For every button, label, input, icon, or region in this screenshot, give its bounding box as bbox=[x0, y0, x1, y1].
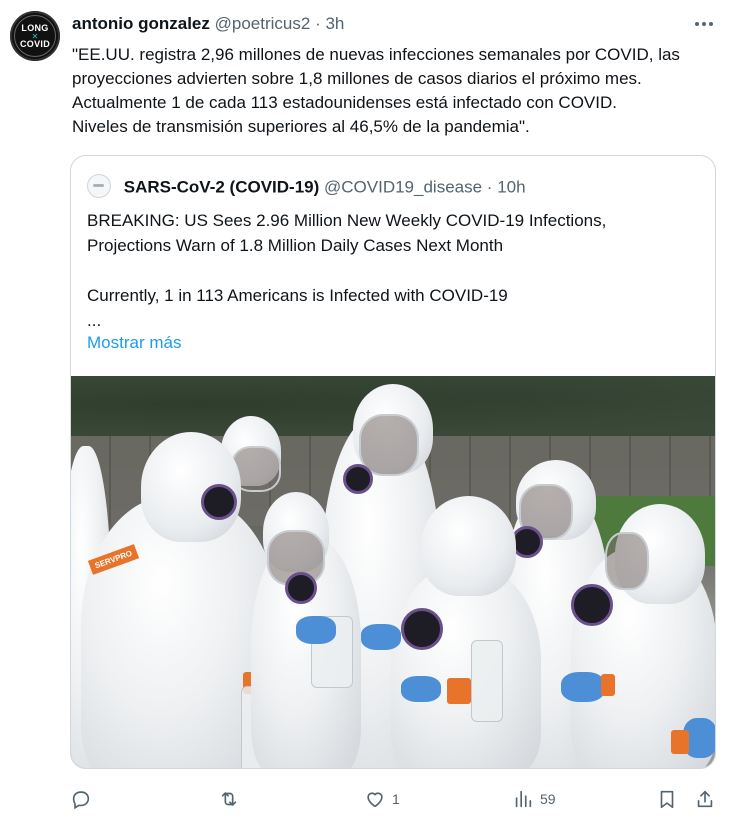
heart-icon bbox=[367, 792, 383, 808]
tweet-text-line: Actualmente 1 de cada 113 estadounidense… bbox=[72, 93, 617, 112]
more-dots-icon bbox=[695, 22, 713, 26]
views-chart-icon bbox=[515, 790, 532, 808]
more-options-button[interactable] bbox=[692, 14, 716, 34]
views-button[interactable]: 59 bbox=[512, 786, 556, 812]
quoted-text-line: Currently, 1 in 113 Americans is Infecte… bbox=[87, 286, 508, 305]
respirator-mask bbox=[343, 464, 373, 494]
tweet-text-line: proyecciones advierten sobre 1,8 millone… bbox=[72, 69, 642, 88]
quoted-author-handle[interactable]: @COVID19_disease bbox=[324, 177, 482, 196]
separator-dot: · bbox=[486, 177, 493, 197]
tweet-action-bar: 1 59 bbox=[70, 786, 718, 812]
quoted-text-line: BREAKING: US Sees 2.96 Million New Weekl… bbox=[87, 211, 607, 230]
quoted-tweet-header: SARS-CoV-2 (COVID-19) @COVID19_disease ·… bbox=[87, 174, 526, 200]
respirator-mask bbox=[285, 572, 317, 604]
quoted-tweet-card[interactable]: SARS-CoV-2 (COVID-19) @COVID19_disease ·… bbox=[70, 155, 716, 769]
orange-cuff bbox=[671, 730, 689, 754]
blue-glove bbox=[296, 616, 336, 644]
separator-dot: · bbox=[315, 14, 321, 33]
respirator-mask bbox=[571, 584, 613, 626]
author-avatar[interactable]: LONG ✕ COVID bbox=[10, 11, 60, 61]
share-button[interactable] bbox=[694, 786, 716, 812]
hazmat-worker bbox=[391, 566, 541, 768]
quoted-tweet-photo[interactable]: SERVPRO bbox=[71, 376, 715, 768]
quoted-text-line: Projections Warn of 1.8 Million Daily Ca… bbox=[87, 236, 504, 255]
quoted-tweet-time[interactable]: 10h bbox=[497, 177, 525, 196]
blue-glove bbox=[401, 676, 441, 702]
views-count: 59 bbox=[540, 791, 556, 807]
face-visor bbox=[605, 532, 649, 590]
like-count: 1 bbox=[392, 791, 400, 807]
orange-cuff bbox=[601, 674, 615, 696]
tweet-header: antonio gonzalez @poetricus2 · 3h bbox=[72, 14, 344, 34]
respirator-mask bbox=[201, 484, 237, 520]
blue-glove bbox=[561, 672, 605, 702]
avatar-text-covid: COVID bbox=[19, 38, 50, 49]
reply-button[interactable] bbox=[70, 786, 98, 812]
spray-bottle bbox=[471, 640, 503, 722]
blue-glove bbox=[361, 624, 401, 650]
show-more-link[interactable]: Mostrar más bbox=[87, 332, 181, 354]
hazmat-hood bbox=[421, 496, 516, 596]
tweet-text-line: Niveles de transmisión superiores al 46,… bbox=[72, 117, 530, 136]
author-name[interactable]: antonio gonzalez bbox=[72, 14, 210, 33]
quoted-avatar[interactable] bbox=[87, 174, 111, 198]
tweet-text-line: "EE.UU. registra 2,96 millones de nuevas… bbox=[72, 45, 680, 64]
author-handle[interactable]: @poetricus2 bbox=[215, 14, 311, 33]
reply-icon bbox=[72, 791, 90, 810]
orange-cuff bbox=[447, 678, 471, 704]
quoted-text-ellipsis: ... bbox=[87, 311, 102, 330]
quoted-author-name[interactable]: SARS-CoV-2 (COVID-19) bbox=[124, 177, 320, 196]
retweet-icon bbox=[221, 792, 237, 806]
retweet-button[interactable] bbox=[218, 786, 246, 812]
like-button[interactable]: 1 bbox=[364, 786, 400, 812]
face-visor bbox=[359, 414, 419, 476]
tweet-time[interactable]: 3h bbox=[325, 14, 344, 33]
bookmark-button[interactable] bbox=[656, 786, 678, 812]
respirator-mask bbox=[401, 608, 443, 650]
share-icon bbox=[697, 790, 713, 808]
quoted-tweet-text: BREAKING: US Sees 2.96 Million New Weekl… bbox=[87, 208, 707, 333]
tweet-text: "EE.UU. registra 2,96 millones de nuevas… bbox=[72, 43, 722, 139]
bookmark-icon bbox=[660, 790, 674, 809]
